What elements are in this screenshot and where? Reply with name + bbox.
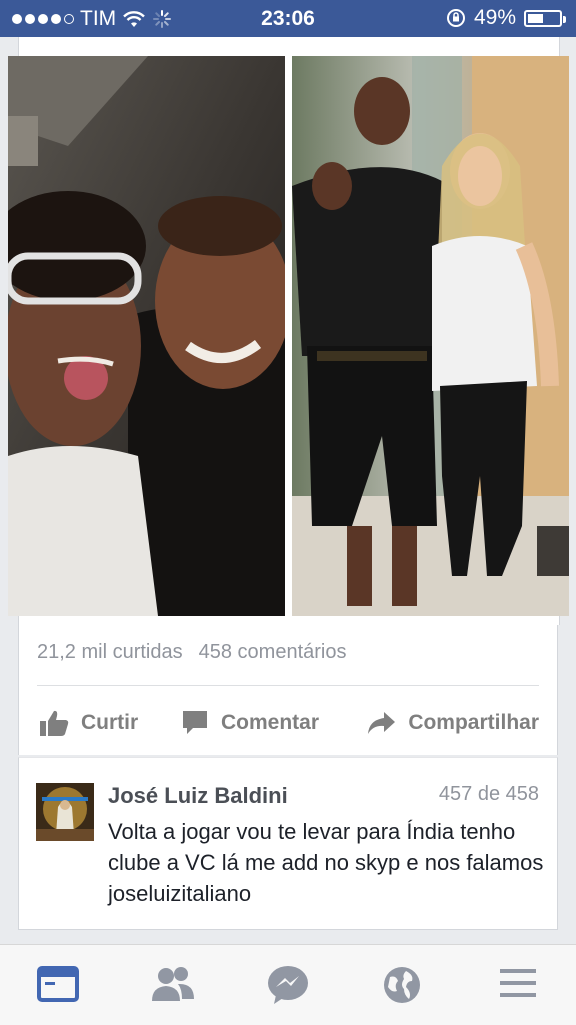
share-arrow-icon [368,711,396,734]
comment-icon [183,710,207,734]
thumbs-up-icon [40,710,69,736]
tab-bar [0,944,576,1025]
wifi-icon [123,11,146,27]
comment-position: 457 de 458 [438,783,539,805]
post-footer: 21,2 mil curtidas 458 comentários Curtir … [18,625,558,755]
signal-strength-icon [12,14,74,24]
status-bar: TIM 23:06 49% [0,0,576,37]
activity-spinner-icon [153,10,172,28]
post-photo-right[interactable] [292,56,569,616]
globe-icon [384,967,420,1003]
status-bar-left: TIM [12,7,172,31]
orientation-lock-icon [446,9,465,27]
couple-photo [292,56,569,616]
comment-text: Volta a jogar vou te levar para Índia te… [108,819,544,906]
battery-percentage: 49% [473,6,516,29]
post-photo-left[interactable] [8,56,285,616]
battery-icon [524,9,566,27]
avatar-image [36,783,94,841]
commenter-name[interactable]: José Luiz Baldini [108,783,288,809]
selfie-photo [8,56,285,616]
tab-more-menu[interactable] [498,965,542,1005]
share-label: Compartilhar [408,710,539,734]
comment-item: José Luiz Baldini 457 de 458 Volta a jog… [18,757,558,930]
news-feed-icon [37,966,79,1002]
tab-notifications[interactable] [382,965,426,1005]
divider [37,685,539,686]
carrier-name: TIM [80,7,117,30]
post-actions: Curtir Comentar Compartilhar [19,695,557,750]
comment-label: Comentar [221,710,320,734]
like-label: Curtir [81,710,139,734]
battery-level-fill [528,13,543,23]
tab-friend-requests[interactable] [150,965,194,1005]
likes-count[interactable]: 21,2 mil curtidas [37,641,183,663]
comments-count[interactable]: 458 comentários [199,641,347,663]
commenter-avatar[interactable] [36,783,94,841]
tab-messenger[interactable] [266,965,310,1005]
comment-button[interactable]: Comentar [181,709,319,737]
friends-icon [152,967,194,1001]
menu-icon [500,969,536,997]
share-button[interactable]: Compartilhar [366,710,539,736]
tab-news-feed[interactable] [37,965,81,1005]
status-bar-right: 49% [446,6,566,30]
messenger-icon [268,966,308,1004]
like-button[interactable]: Curtir [39,709,138,737]
post-stats: 21,2 mil curtidas 458 comentários [37,641,347,664]
